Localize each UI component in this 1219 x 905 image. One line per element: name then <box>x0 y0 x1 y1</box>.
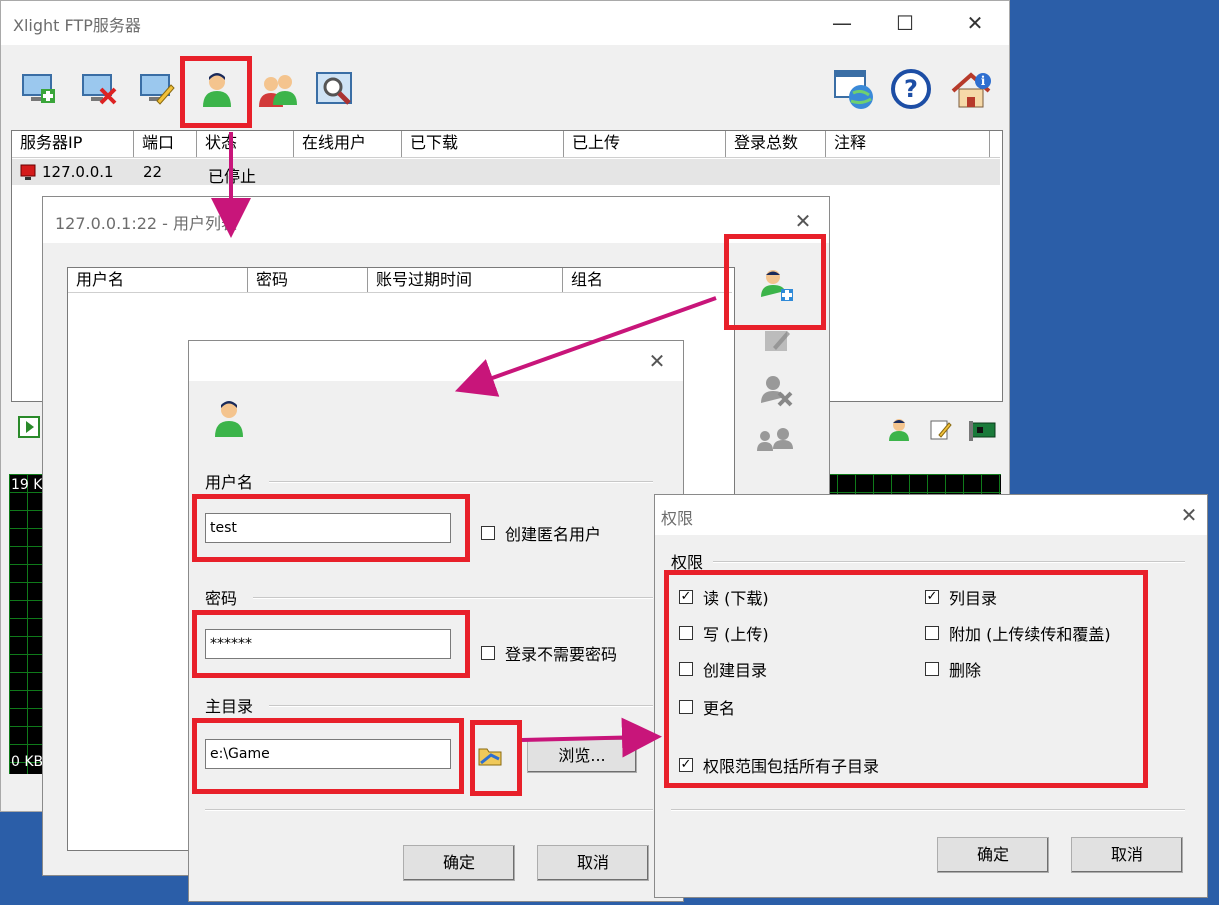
arrow-to-user-dialog <box>454 296 717 397</box>
annotation-arrows <box>211 132 717 758</box>
arrow-to-permission <box>521 717 662 758</box>
